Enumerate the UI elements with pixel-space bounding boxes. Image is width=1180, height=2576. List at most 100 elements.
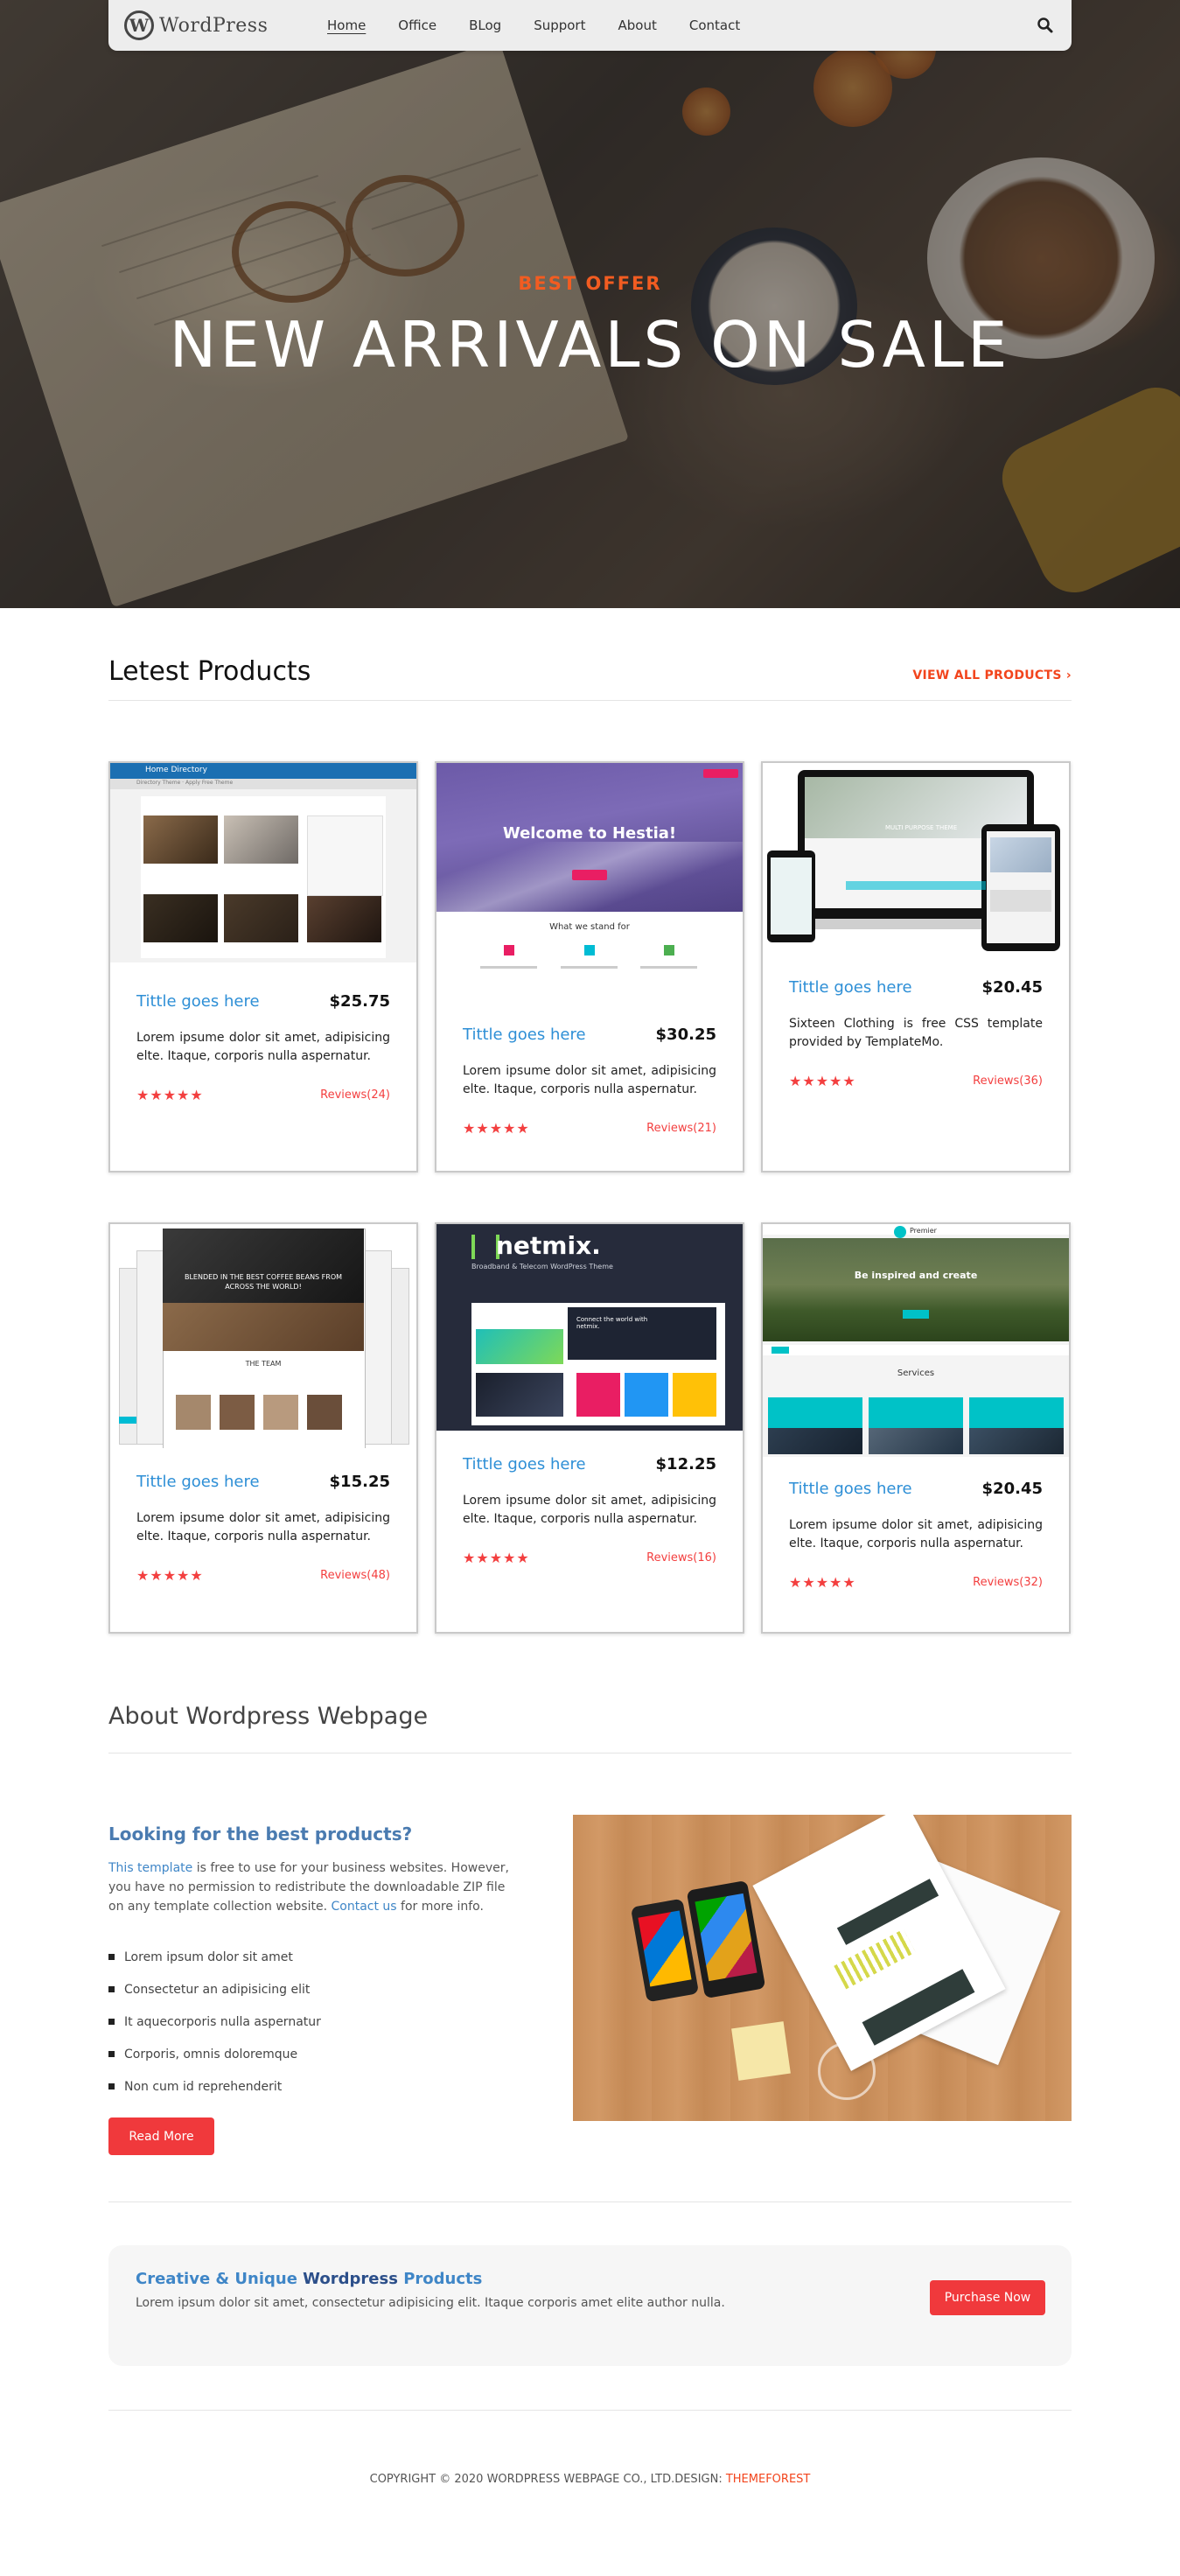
cta-text: Lorem ipsum dolor sit amet, consectetur … bbox=[136, 2296, 725, 2310]
cta-title: Creative & Unique Wordpress Products bbox=[136, 2270, 482, 2288]
cta-title-part: Products bbox=[397, 2270, 483, 2288]
reviews-link[interactable]: Reviews(24) bbox=[320, 1088, 390, 1102]
about-section-title: About Wordpress Webpage bbox=[108, 1703, 429, 1730]
hero-banner: W WordPress Home Office BLog Support Abo… bbox=[0, 0, 1180, 608]
template-link[interactable]: This template bbox=[108, 1861, 192, 1875]
product-title[interactable]: Tittle goes here bbox=[463, 1026, 586, 1044]
wordpress-logo-icon: W bbox=[124, 10, 154, 40]
list-item: Lorem ipsum dolor sit amet bbox=[108, 1941, 321, 1973]
product-card[interactable]: MULTI PURPOSE THEME Tittle goes here $20… bbox=[761, 761, 1071, 1172]
thumb-brand: Premier bbox=[910, 1227, 937, 1235]
list-item: Consectetur an adipisicing elit bbox=[108, 1973, 321, 2006]
about-text-2: for more info. bbox=[396, 1900, 484, 1914]
purchase-now-button[interactable]: Purchase Now bbox=[930, 2280, 1045, 2315]
view-all-label: VIEW ALL PRODUCTS bbox=[912, 668, 1062, 682]
reviews-link[interactable]: Reviews(32) bbox=[973, 1576, 1043, 1589]
about-heading: Looking for the best products? bbox=[108, 1824, 413, 1844]
product-description: Lorem ipsume dolor sit amet, adipisicing… bbox=[136, 1031, 390, 1063]
rating-stars: ★★★★★ bbox=[136, 1567, 204, 1584]
hero-title: NEW ARRIVALS ON SALE bbox=[169, 308, 1011, 382]
wordpress-logo[interactable]: W WordPress bbox=[124, 9, 268, 42]
product-card[interactable]: Welcome to Hestia! What we stand for Tit… bbox=[435, 761, 744, 1172]
product-price: $25.75 bbox=[329, 992, 390, 1011]
top-navbar: W WordPress Home Office BLog Support Abo… bbox=[108, 0, 1072, 51]
product-title[interactable]: Tittle goes here bbox=[136, 992, 260, 1011]
thumb-sub: THE TEAM bbox=[245, 1360, 282, 1368]
thumb-header: netmix. bbox=[496, 1231, 601, 1260]
search-icon[interactable] bbox=[1037, 17, 1054, 34]
thumb-header: BLENDED IN THE BEST COFFEE BEANS FROM AC… bbox=[184, 1273, 343, 1291]
thumb-sub: Broadband & Telecom WordPress Theme bbox=[471, 1263, 613, 1270]
rating-stars: ★★★★★ bbox=[136, 1087, 204, 1103]
product-thumbnail[interactable]: BLENDED IN THE BEST COFFEE BEANS FROM AC… bbox=[110, 1224, 416, 1448]
logo-text: WordPress bbox=[159, 14, 269, 37]
nav-link-contact[interactable]: Contact bbox=[689, 18, 740, 33]
thumb-sub: Directory Theme · Apply Free Theme bbox=[136, 780, 234, 786]
product-card[interactable]: BLENDED IN THE BEST COFFEE BEANS FROM AC… bbox=[108, 1222, 418, 1634]
read-more-button[interactable]: Read More bbox=[108, 2118, 214, 2155]
product-thumbnail[interactable]: Home Directory Directory Theme · Apply F… bbox=[110, 763, 416, 962]
reviews-link[interactable]: Reviews(36) bbox=[973, 1074, 1043, 1088]
reviews-link[interactable]: Reviews(16) bbox=[646, 1551, 716, 1564]
nav-link-support[interactable]: Support bbox=[534, 18, 585, 33]
thumb-header: Welcome to Hestia! bbox=[502, 824, 677, 843]
about-image bbox=[573, 1815, 1072, 2121]
product-description: Sixteen Clothing is free CSS template pr… bbox=[789, 1017, 1043, 1049]
rating-stars: ★★★★★ bbox=[789, 1073, 856, 1089]
product-price: $15.25 bbox=[329, 1473, 390, 1491]
nav-link-home[interactable]: Home bbox=[327, 18, 366, 33]
thumb-panel: Connect the world with netmix. bbox=[576, 1316, 648, 1330]
product-card[interactable]: Premier Be inspired and create Services … bbox=[761, 1222, 1071, 1634]
about-paragraph: This template is free to use for your bu… bbox=[108, 1858, 516, 1916]
rating-stars: ★★★★★ bbox=[463, 1120, 530, 1137]
nav-link-about[interactable]: About bbox=[618, 18, 656, 33]
product-title[interactable]: Tittle goes here bbox=[789, 1480, 912, 1498]
product-card[interactable]: netmix. Broadband & Telecom WordPress Th… bbox=[435, 1222, 744, 1634]
product-thumbnail[interactable]: Premier Be inspired and create Services bbox=[763, 1224, 1069, 1457]
footer-copyright: COPYRIGHT © 2020 WORDPRESS WEBPAGE CO., … bbox=[0, 2473, 1180, 2486]
nav-link-office[interactable]: Office bbox=[398, 18, 436, 33]
product-thumbnail[interactable]: Welcome to Hestia! What we stand for bbox=[436, 763, 743, 998]
product-price: $30.25 bbox=[655, 1026, 716, 1044]
thumb-header: MULTI PURPOSE THEME bbox=[885, 824, 958, 831]
product-price: $20.45 bbox=[981, 978, 1043, 997]
cta-banner: Creative & Unique Wordpress Products Lor… bbox=[108, 2245, 1072, 2366]
product-thumbnail[interactable]: MULTI PURPOSE THEME bbox=[763, 763, 1069, 956]
hero-kicker: BEST OFFER bbox=[518, 273, 662, 294]
reviews-link[interactable]: Reviews(48) bbox=[320, 1569, 390, 1582]
thumb-header: Home Directory bbox=[145, 766, 207, 774]
themeforest-link[interactable]: THEMEFOREST bbox=[726, 2473, 811, 2486]
thumb-sub: What we stand for bbox=[549, 922, 630, 932]
contact-us-link[interactable]: Contact us bbox=[331, 1900, 396, 1914]
nav-link-blog[interactable]: BLog bbox=[469, 18, 501, 33]
product-description: Lorem ipsume dolor sit amet, adipisicing… bbox=[463, 1064, 716, 1096]
section-divider bbox=[108, 700, 1072, 701]
reviews-link[interactable]: Reviews(21) bbox=[646, 1122, 716, 1135]
cta-title-part: Wordpress bbox=[303, 2270, 398, 2288]
list-item: Non cum id reprehenderit bbox=[108, 2070, 321, 2103]
product-title[interactable]: Tittle goes here bbox=[789, 978, 912, 997]
view-all-products-link[interactable]: VIEW ALL PRODUCTS › bbox=[912, 668, 1072, 682]
product-description: Lorem ipsume dolor sit amet, adipisicing… bbox=[789, 1518, 1043, 1550]
product-price: $12.25 bbox=[655, 1455, 716, 1474]
product-card[interactable]: Home Directory Directory Theme · Apply F… bbox=[108, 761, 418, 1172]
product-description: Lorem ipsume dolor sit amet, adipisicing… bbox=[463, 1494, 716, 1526]
cta-title-part: Creative & Unique bbox=[136, 2270, 304, 2288]
rating-stars: ★★★★★ bbox=[463, 1550, 530, 1566]
chevron-right-icon: › bbox=[1065, 668, 1072, 682]
list-item: It aquecorporis nulla aspernatur bbox=[108, 2006, 321, 2038]
list-item: Corporis, omnis doloremque bbox=[108, 2038, 321, 2070]
section-divider bbox=[108, 1753, 1072, 1754]
section-divider bbox=[108, 2410, 1072, 2411]
product-price: $20.45 bbox=[981, 1480, 1043, 1498]
product-thumbnail[interactable]: netmix. Broadband & Telecom WordPress Th… bbox=[436, 1224, 743, 1431]
thumb-sub: Services bbox=[897, 1368, 935, 1378]
product-title[interactable]: Tittle goes here bbox=[463, 1455, 586, 1474]
thumb-header: Be inspired and create bbox=[854, 1270, 978, 1281]
feature-list: Lorem ipsum dolor sit amet Consectetur a… bbox=[108, 1941, 321, 2103]
products-section-title: Letest Products bbox=[108, 656, 311, 687]
product-title[interactable]: Tittle goes here bbox=[136, 1473, 260, 1491]
nav-links: Home Office BLog Support About Contact bbox=[327, 0, 772, 51]
rating-stars: ★★★★★ bbox=[789, 1574, 856, 1591]
copyright-text: COPYRIGHT © 2020 WORDPRESS WEBPAGE CO., … bbox=[369, 2473, 726, 2486]
